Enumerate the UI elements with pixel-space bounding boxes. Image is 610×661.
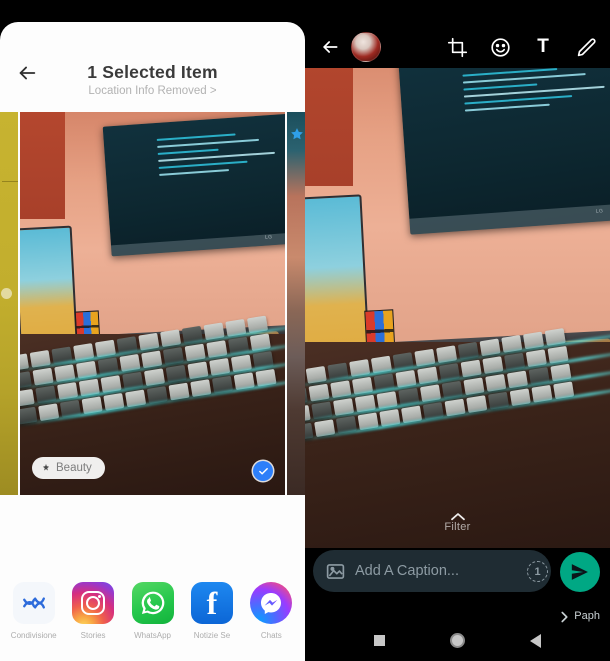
android-share-sheet-panel: 1 Selected Item Location Info Removed > (0, 0, 305, 661)
photo-wall-accent (20, 112, 66, 220)
recipient-label: Paph (574, 610, 600, 622)
home-button[interactable] (448, 631, 468, 651)
share-target-label: Stories (80, 631, 106, 640)
check-circle-icon[interactable] (253, 461, 273, 481)
share-target-nearby[interactable]: Condivisione (4, 582, 63, 640)
location-info-notice[interactable]: Location Info Removed > (0, 85, 305, 97)
share-target-messenger[interactable]: Chats (242, 582, 301, 640)
thumbnail-selected[interactable]: LG Beauty (20, 112, 285, 495)
thumbnail-image (0, 112, 18, 495)
thumbnail-image (287, 112, 305, 495)
share-sheet-header: 1 Selected Item Location Info Removed > (0, 22, 305, 100)
photo-monitor-code (156, 129, 285, 180)
screenshot-root: 1 Selected Item Location Info Removed > (0, 0, 610, 661)
share-target-label: Notizie Se (193, 631, 231, 640)
instagram-icon (72, 582, 115, 624)
share-target-whatsapp[interactable]: WhatsApp (123, 582, 182, 640)
share-target-facebook[interactable]: f Notizie Se (182, 582, 241, 640)
photo-monitor: LG (398, 68, 610, 235)
share-targets-row: Condivisione Stories WhatsApp f Notizie … (0, 574, 305, 654)
sparkle-icon (41, 463, 51, 473)
share-target-label: Chats (260, 631, 282, 640)
share-target-label: WhatsApp (134, 631, 171, 640)
share-target-instagram[interactable]: Stories (63, 582, 122, 640)
share-target-label: Condivisione (10, 631, 57, 640)
star-badge-icon (289, 126, 304, 141)
desk-photo-layers: LG (305, 68, 610, 548)
messenger-icon (250, 582, 293, 624)
caption-bar[interactable] (313, 550, 551, 592)
recents-button[interactable] (370, 631, 390, 651)
caption-input[interactable] (355, 563, 539, 579)
editor-photo-canvas[interactable]: LG (305, 68, 610, 548)
view-once-label: 1 (534, 565, 541, 578)
square-icon (374, 635, 385, 646)
chevron-right-icon (560, 611, 569, 622)
filter-label: Filter (444, 521, 471, 533)
back-arrow-icon[interactable] (317, 34, 343, 60)
beauty-filter-chip[interactable]: Beauty (32, 457, 105, 479)
page-title: 1 Selected Item (87, 62, 218, 82)
photo-strip[interactable]: LG Beauty (0, 112, 305, 495)
view-once-icon[interactable]: 1 (527, 561, 548, 582)
photo-monitor: LG (103, 113, 285, 257)
editor-tools: T (445, 35, 598, 59)
facebook-icon: f (190, 582, 233, 624)
triangle-icon (530, 633, 541, 648)
chevron-up-icon (450, 508, 466, 520)
back-button[interactable] (526, 631, 546, 651)
thumbnail-next[interactable] (287, 112, 305, 495)
desk-photo: LG (305, 68, 610, 548)
editor-toolbar: T (305, 24, 610, 70)
beauty-chip-label: Beauty (56, 462, 92, 474)
photo-wall-accent (305, 68, 354, 186)
avatar[interactable] (351, 32, 381, 62)
photo-monitor-code (462, 68, 610, 117)
draw-icon[interactable] (574, 35, 598, 59)
recipient-indicator[interactable]: Paph (560, 610, 600, 622)
android-navbar (305, 620, 610, 661)
share-sheet: 1 Selected Item Location Info Removed > (0, 22, 305, 661)
sticker-icon[interactable] (488, 35, 512, 59)
filter-control[interactable]: Filter (305, 508, 610, 533)
send-icon (571, 564, 588, 580)
desk-photo: LG (20, 112, 285, 495)
crop-icon[interactable] (445, 35, 469, 59)
whatsapp-icon (131, 582, 174, 624)
image-icon[interactable] (325, 561, 346, 582)
text-icon[interactable]: T (531, 35, 555, 59)
circle-icon (450, 633, 465, 648)
send-button[interactable] (560, 552, 600, 592)
thumbnail-previous[interactable] (0, 112, 18, 495)
nearby-share-icon (12, 582, 55, 624)
editor-bottom-bar: 1 Paph (305, 542, 610, 622)
whatsapp-editor-panel: T LG Filter Add A Caption... 1 Paph (305, 0, 610, 661)
